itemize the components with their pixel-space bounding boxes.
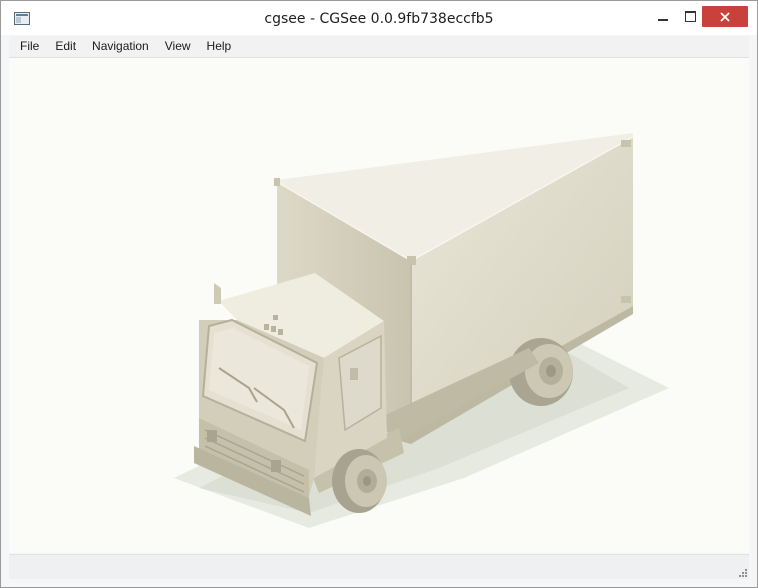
resize-grip-icon[interactable] xyxy=(737,567,747,577)
app-window: cgsee - CGSee 0.0.9fb738eccfb5 File Edit… xyxy=(0,0,758,588)
close-icon xyxy=(720,11,730,22)
window-title: cgsee - CGSee 0.0.9fb738eccfb5 xyxy=(264,11,494,27)
truck-3d-model xyxy=(174,133,669,528)
menu-navigation[interactable]: Navigation xyxy=(84,36,157,57)
close-button[interactable] xyxy=(702,6,748,27)
menu-view[interactable]: View xyxy=(157,36,199,57)
menu-edit[interactable]: Edit xyxy=(47,36,84,57)
menu-bar: File Edit Navigation View Help xyxy=(9,36,749,58)
status-bar xyxy=(9,554,749,579)
minimize-icon xyxy=(658,19,668,21)
menu-help[interactable]: Help xyxy=(199,36,240,57)
title-bar[interactable]: cgsee - CGSee 0.0.9fb738eccfb5 xyxy=(1,1,757,35)
menu-file[interactable]: File xyxy=(9,36,47,57)
maximize-icon xyxy=(684,10,696,22)
render-viewport[interactable] xyxy=(9,58,749,553)
